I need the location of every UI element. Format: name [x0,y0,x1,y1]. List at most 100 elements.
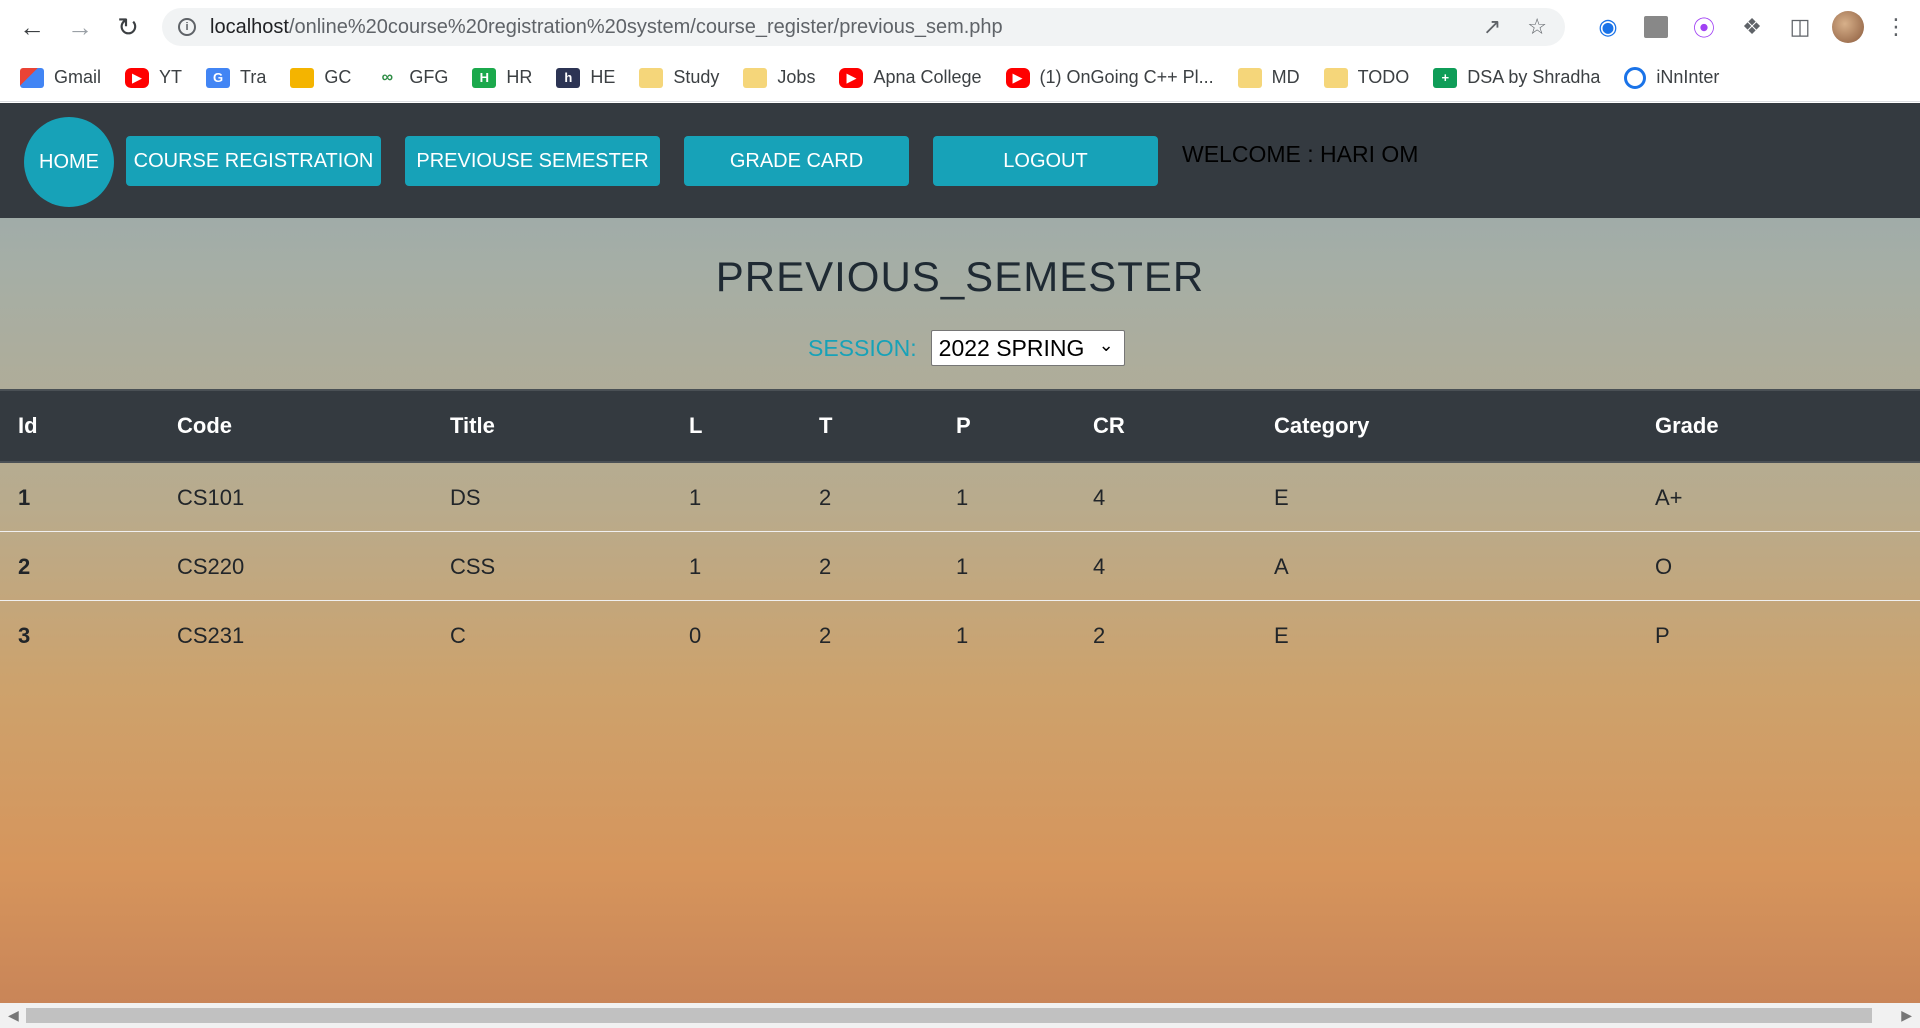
side-panel-icon[interactable]: ◫ [1776,8,1824,46]
bookmark-tra[interactable]: G Tra [206,67,266,88]
bookmark-label: iNnInter [1656,67,1720,87]
bookmark-gmail[interactable]: Gmail [20,67,101,88]
bookmark-label: GC [324,67,352,87]
bookmark-gc[interactable]: GC [290,67,351,88]
chevron-down-icon: ⌄ [1098,335,1114,355]
session-label: SESSION: [808,334,917,361]
previous-semester-button[interactable]: PREVIOUSE SEMESTER [405,136,660,186]
bookmark-gfg[interactable]: ∞ GFG [375,67,449,88]
top-navbar: HOME COURSE REGISTRATION PREVIOUSE SEMES… [0,103,1920,218]
browser-menu-icon[interactable]: ⋮ [1872,8,1920,46]
bookmark-study[interactable]: Study [639,67,719,88]
bookmark-label: Gmail [54,67,102,87]
folder-icon [1237,67,1262,88]
column-header-grade: Grade [1655,413,1719,438]
cell-title: CSS [450,554,496,579]
cell-cr: 4 [1093,554,1106,579]
hackerearth-icon: h [556,67,581,88]
reload-icon[interactable]: ↻ [108,7,148,47]
column-header-title: Title [450,413,495,438]
bookmarks-bar: Gmail ▶ YT G Tra GC ∞ GFG H HR h HE Study Job… [0,54,1920,102]
cell-t: 2 [819,485,832,510]
page-title: PREVIOUS_SEMESTER [715,253,1205,300]
bookmark-ongoing-cpp[interactable]: ▶ (1) OnGoing C++ Pl... [1005,67,1214,88]
page-content: HOME COURSE REGISTRATION PREVIOUSE SEMES… [0,103,1920,1003]
logout-button[interactable]: LOGOUT [933,136,1158,186]
column-header-t: T [819,413,833,438]
cell-l: 0 [689,623,702,648]
cell-p: 1 [956,554,969,579]
cell-title: C [450,623,466,648]
scroll-left-icon[interactable]: ◀ [8,1007,19,1024]
horizontal-scrollbar[interactable]: ◀ ▶ [0,1003,1920,1028]
table-header: Id Code Title L T P CR Category Grade [0,389,1920,463]
bookmark-todo[interactable]: TODO [1323,67,1410,88]
course-registration-button[interactable]: COURSE REGISTRATION [126,136,381,186]
forward-icon[interactable]: → [60,7,100,47]
folder-icon [743,67,768,88]
bookmark-label: HE [590,67,616,87]
profile-avatar[interactable] [1824,8,1872,46]
screen-capture-icon[interactable]: ◉ [1584,8,1632,46]
bookmark-innerview[interactable]: iNnInter [1624,66,1720,89]
bookmark-label: TODO [1357,67,1410,87]
cell-l: 1 [689,554,702,579]
gfg-icon: ∞ [381,68,394,86]
grade-card-button[interactable]: GRADE CARD [684,136,909,186]
column-header-code: Code [177,413,232,438]
cell-p: 1 [956,485,969,510]
bookmark-label: (1) OnGoing C++ Pl... [1039,67,1214,87]
column-header-cr: CR [1093,413,1125,438]
welcome-text: WELCOME : HARI OM [1182,141,1419,167]
extensions-puzzle-icon[interactable]: ❖ [1728,8,1776,46]
cell-code: CS231 [177,623,245,648]
cell-t: 2 [819,554,832,579]
bookmark-label: GFG [409,67,449,87]
bookmark-star-icon[interactable]: ☆ [1527,14,1547,40]
column-header-category: Category [1274,413,1370,438]
cell-title: DS [450,485,481,510]
cell-category: E [1274,485,1289,510]
cell-cr: 4 [1093,485,1106,510]
translate-icon: G [206,67,231,88]
bookmark-label: HR [506,67,533,87]
bookmark-he[interactable]: h HE [556,67,615,88]
share-icon[interactable]: ↗ [1483,14,1501,40]
cell-category: E [1274,623,1289,648]
bookmark-yt[interactable]: ▶ YT [125,67,182,88]
session-selected-value: 2022 SPRING [938,334,1085,361]
session-select[interactable]: 2022 SPRING ⌄ [930,330,1125,366]
site-info-icon[interactable]: i [178,18,196,36]
url-text[interactable]: localhost/online%20course%20registration… [210,16,1003,39]
hackerrank-icon: H [472,67,497,88]
bookmark-md[interactable]: MD [1237,67,1300,88]
bookmark-label: MD [1271,67,1300,87]
tineye-extension-icon[interactable] [1632,8,1680,46]
classroom-icon [290,67,315,88]
table-row: 2 CS220 CSS 1 2 1 4 A O [0,532,1920,601]
youtube-icon: ▶ [125,67,150,88]
cell-grade: A+ [1655,485,1683,510]
column-header-id: Id [18,413,38,438]
broadcast-icon[interactable]: ⦿ [1680,8,1728,46]
bookmark-label: Jobs [777,67,816,87]
home-button[interactable]: HOME [24,117,114,207]
back-icon[interactable]: ← [12,7,52,47]
address-bar[interactable]: i localhost/online%20course%20registrati… [162,8,1565,46]
youtube-icon: ▶ [1005,67,1030,88]
courses-table: Id Code Title L T P CR Category Grade 1 … [0,389,1920,670]
folder-icon [1323,67,1348,88]
table-row: 1 CS101 DS 1 2 1 4 E A+ [0,463,1920,532]
bookmark-label: Apna College [873,67,982,87]
bookmark-apna-college[interactable]: ▶ Apna College [839,67,982,88]
bookmark-jobs[interactable]: Jobs [743,67,815,88]
cell-grade: O [1655,554,1673,579]
scrollbar-thumb[interactable] [26,1008,1872,1023]
bookmark-hr[interactable]: H HR [472,67,532,88]
url-path: /online%20course%20registration%20system… [288,15,1003,38]
youtube-icon: ▶ [839,67,864,88]
bookmark-label: DSA by Shradha [1467,67,1601,87]
bookmark-dsa[interactable]: + DSA by Shradha [1433,67,1600,88]
scroll-right-icon[interactable]: ▶ [1901,1007,1912,1024]
cell-category: A [1274,554,1289,579]
